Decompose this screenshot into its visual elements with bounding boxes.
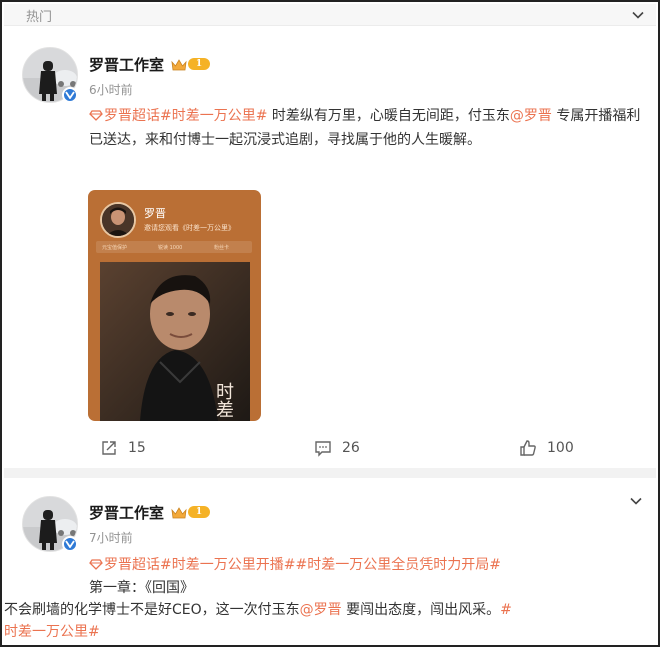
hot-label: 热门 xyxy=(26,10,53,25)
poster-image: 时差 xyxy=(100,262,250,421)
card-stat-item: 元宝值保护 xyxy=(102,245,128,251)
card-avatar xyxy=(100,202,136,238)
card-stat-item: 粉丝卡 xyxy=(214,245,230,251)
repost-count: 15 xyxy=(128,440,146,456)
like-count: 100 xyxy=(547,440,574,456)
author-name[interactable]: 罗晋工作室 xyxy=(89,502,164,523)
card-name: 罗晋 xyxy=(144,207,166,220)
diamond-icon xyxy=(89,106,103,129)
verified-icon xyxy=(62,536,78,552)
hashtag-link[interactable]: #时差一万公里开播# xyxy=(160,557,295,573)
hashtag-link[interactable]: #时差一万公里全员凭时力开局# xyxy=(295,557,500,573)
card-stat-item: 锐读 1000 xyxy=(158,245,183,251)
supertopic-link[interactable]: 罗晋超话 xyxy=(104,108,160,124)
comment-icon xyxy=(314,439,332,457)
post-text: 罗晋超话#时差一万公里# 时差纵有万里，心暖自无间距，付玉东@罗晋 专属开播福利… xyxy=(89,105,644,152)
verified-icon xyxy=(62,87,78,103)
mention-link[interactable]: @罗晋 xyxy=(300,602,342,618)
poster-title: 时差 xyxy=(213,382,234,418)
post-time[interactable]: 7小时前 xyxy=(89,529,133,546)
level-badge: 1 xyxy=(188,506,210,518)
hashtag-link[interactable]: # xyxy=(500,602,512,618)
post-body: 不会刷墙的化学博士不是好CEO，这一次付玉东 xyxy=(4,602,300,618)
diamond-icon xyxy=(89,555,103,577)
chapter-line: 第一章：《回国》 xyxy=(89,580,194,596)
repost-icon xyxy=(100,439,118,457)
post-body: 时差纵有万里，心暖自无间距，付玉东 xyxy=(267,108,510,124)
post-separator xyxy=(4,468,656,478)
crown-icon xyxy=(170,505,188,519)
weibo-post: 罗晋工作室 1 6小时前 罗晋超话#时差一万公里# 时差纵有万里，心暖自无间距，… xyxy=(4,26,656,468)
level-badge: 1 xyxy=(188,58,210,70)
thumbs-up-icon xyxy=(519,439,537,457)
mention-link[interactable]: @罗晋 xyxy=(510,108,552,124)
author-name[interactable]: 罗晋工作室 xyxy=(89,54,164,75)
feed-header: 热门 xyxy=(4,4,656,26)
post-time[interactable]: 6小时前 xyxy=(89,81,133,98)
share-card[interactable]: 罗晋 邀请您观看《时差一万公里》 元宝值保护 锐读 1000 粉丝卡 时差 xyxy=(88,190,261,421)
weibo-feed-frame: 热门 罗晋工作室 1 6小时前 罗晋超话#时差一万公里# 时差纵有万里，心暖自无… xyxy=(0,0,660,647)
chevron-down-icon[interactable] xyxy=(630,495,642,507)
hashtag-link[interactable]: 时差一万公里# xyxy=(4,624,100,640)
card-stats: 元宝值保护 锐读 1000 粉丝卡 xyxy=(96,241,252,253)
hashtag-link[interactable]: #时差一万公里# xyxy=(160,108,267,124)
chevron-down-icon[interactable] xyxy=(632,9,644,21)
post-body-continued: 要闯出态度，闯出风采。 xyxy=(341,602,501,618)
weibo-post: 罗晋工作室 1 7小时前 罗晋超话#时差一万公里开播##时差一万公里全员凭时力开… xyxy=(4,478,656,645)
post-text: 罗晋超话#时差一万公里开播##时差一万公里全员凭时力开局# 第一章：《回国》 不… xyxy=(4,554,644,643)
comment-count: 26 xyxy=(342,440,360,456)
action-bar: 15 26 100 xyxy=(4,434,656,464)
crown-icon xyxy=(170,57,188,71)
card-subtitle: 邀请您观看《时差一万公里》 xyxy=(144,224,235,232)
supertopic-link[interactable]: 罗晋超话 xyxy=(104,557,160,573)
